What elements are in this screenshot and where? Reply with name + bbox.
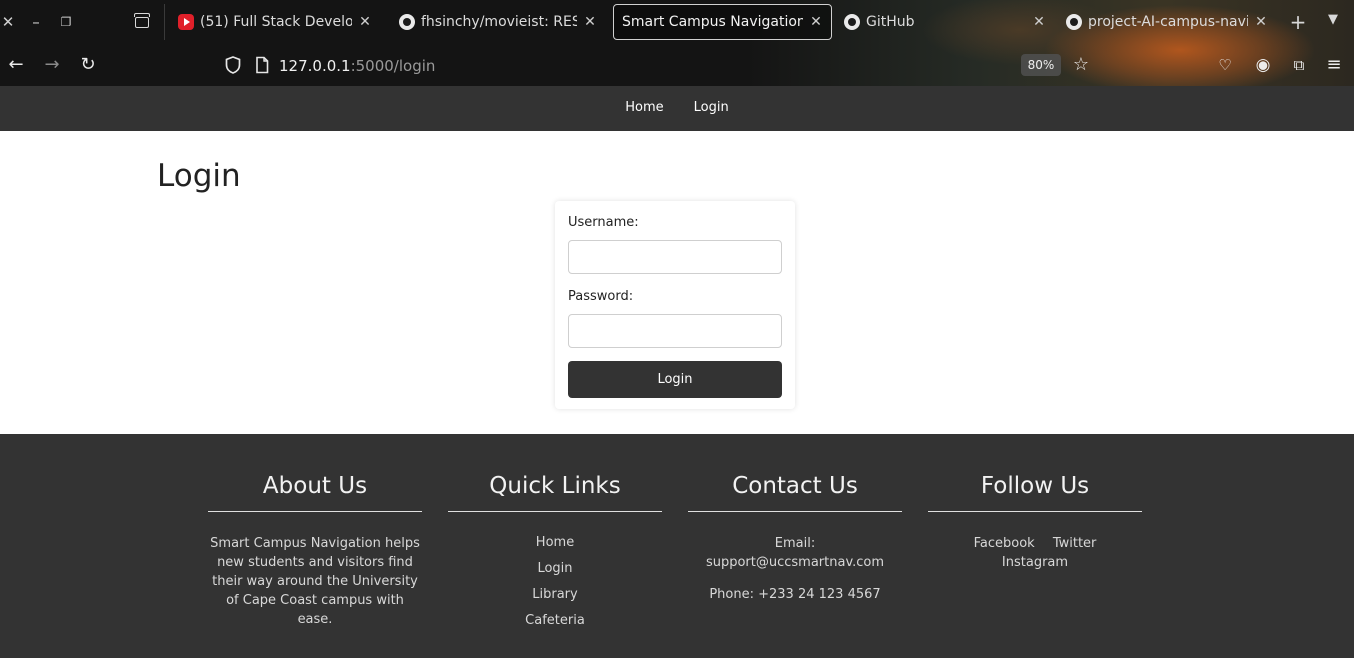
new-tab-plus-icon[interactable]: +	[1288, 10, 1308, 34]
footer-about: About Us Smart Campus Navigation helps n…	[208, 471, 422, 629]
account-icon[interactable]: ◉	[1252, 54, 1274, 76]
site-footer: About Us Smart Campus Navigation helps n…	[0, 434, 1354, 658]
tab-close-icon[interactable]: ✕	[1254, 14, 1268, 30]
site-nav: Home Login	[0, 86, 1354, 116]
github-icon	[1066, 14, 1082, 30]
username-label: Username:	[568, 215, 639, 230]
tab-smart-campus[interactable]: Smart Campus Navigation ✕	[613, 4, 832, 40]
extensions-puzzle-icon[interactable]: ⧉	[1288, 54, 1310, 76]
tab-close-icon[interactable]: ✕	[809, 14, 823, 30]
back-arrow-icon[interactable]: ←	[5, 54, 27, 76]
page-info-icon[interactable]	[254, 55, 270, 75]
social-link-instagram[interactable]: Instagram	[1002, 555, 1068, 570]
shield-icon[interactable]	[224, 55, 242, 75]
quick-link-login[interactable]: Login	[448, 556, 662, 582]
social-links: Facebook Twitter Instagram	[928, 534, 1142, 572]
tab-title: (51) Full Stack Developme	[200, 14, 352, 30]
quick-links-list: Home Login Library Cafeteria	[448, 530, 662, 634]
social-link-twitter[interactable]: Twitter	[1053, 536, 1097, 551]
url-bar[interactable]: 127.0.0.1:5000/login	[279, 56, 435, 76]
contact-email-label: Email:	[774, 536, 816, 551]
password-label: Password:	[568, 289, 634, 304]
forward-arrow-icon[interactable]: →	[41, 54, 63, 76]
footer-contact-heading: Contact Us	[688, 471, 902, 512]
tab-project-ai[interactable]: project-AI-campus-navig ✕	[1058, 4, 1276, 40]
github-icon	[399, 14, 415, 30]
footer-follow: Follow Us Facebook Twitter Instagram	[928, 471, 1142, 572]
footer-quick-links: Quick Links Home Login Library Cafeteria	[448, 471, 662, 634]
youtube-icon	[178, 14, 194, 30]
github-icon	[844, 14, 860, 30]
bookmark-star-icon[interactable]: ☆	[1070, 54, 1092, 76]
tab-movieist[interactable]: fhsinchy/movieist: REST ✕	[391, 4, 605, 40]
page-title: Login	[157, 158, 241, 194]
browser-chrome: ✕ – ❐ (51) Full Stack Developme ✕ fhsinc…	[0, 0, 1354, 86]
window-minimize-icon[interactable]: –	[28, 12, 44, 32]
tab-github[interactable]: GitHub ✕	[836, 4, 1054, 40]
pocket-icon[interactable]: ♡	[1214, 54, 1236, 76]
footer-about-heading: About Us	[208, 471, 422, 512]
quick-link-home[interactable]: Home	[448, 530, 662, 556]
tab-title: Smart Campus Navigation	[622, 14, 803, 30]
nav-link-login[interactable]: Login	[694, 100, 729, 116]
tab-separator	[164, 4, 165, 40]
contact-details: Email: support@uccsmartnav.com Phone: +2…	[688, 534, 902, 604]
main-content: Login Username: Password: Login	[0, 131, 1354, 434]
footer-quick-links-heading: Quick Links	[448, 471, 662, 512]
footer-about-text: Smart Campus Navigation helps new studen…	[210, 536, 420, 627]
navigation-toolbar: ← → ↻ 127.0.0.1:5000/login 80% ☆ ♡ ◉ ⧉ ≡	[0, 44, 1354, 86]
chevron-down-icon[interactable]: ▼	[1328, 12, 1338, 27]
username-input[interactable]	[568, 240, 782, 274]
tab-list-icon[interactable]	[132, 12, 152, 32]
footer-follow-heading: Follow Us	[928, 471, 1142, 512]
contact-email: support@uccsmartnav.com	[705, 555, 885, 570]
tab-bar: ✕ – ❐ (51) Full Stack Developme ✕ fhsinc…	[0, 0, 1354, 44]
zoom-level-badge[interactable]: 80%	[1021, 54, 1061, 76]
nav-link-home[interactable]: Home	[625, 100, 663, 116]
tab-youtube[interactable]: (51) Full Stack Developme ✕	[170, 4, 380, 40]
tab-close-icon[interactable]: ✕	[358, 14, 372, 30]
reload-icon[interactable]: ↻	[77, 54, 99, 76]
tab-title: project-AI-campus-navig	[1088, 14, 1248, 30]
tab-title: fhsinchy/movieist: REST	[421, 14, 577, 30]
tab-close-icon[interactable]: ✕	[583, 14, 597, 30]
site-header: Home Login	[0, 86, 1354, 131]
window-restore-icon[interactable]: ❐	[58, 12, 74, 32]
window-close-icon[interactable]: ✕	[0, 12, 16, 32]
social-link-facebook[interactable]: Facebook	[974, 536, 1035, 551]
password-input[interactable]	[568, 314, 782, 348]
hamburger-menu-icon[interactable]: ≡	[1323, 54, 1345, 76]
quick-link-library[interactable]: Library	[448, 582, 662, 608]
footer-contact: Contact Us Email: support@uccsmartnav.co…	[688, 471, 902, 617]
contact-email-block: Email: support@uccsmartnav.com	[688, 534, 902, 572]
login-form: Username: Password: Login	[555, 201, 795, 409]
url-host: 127.0.0.1	[279, 57, 351, 75]
login-button[interactable]: Login	[568, 361, 782, 398]
quick-link-cafeteria[interactable]: Cafeteria	[448, 608, 662, 634]
tab-close-icon[interactable]: ✕	[1032, 14, 1046, 30]
tab-title: GitHub	[866, 14, 915, 30]
contact-phone: Phone: +233 24 123 4567	[709, 587, 881, 602]
url-path: :5000/login	[350, 57, 436, 75]
